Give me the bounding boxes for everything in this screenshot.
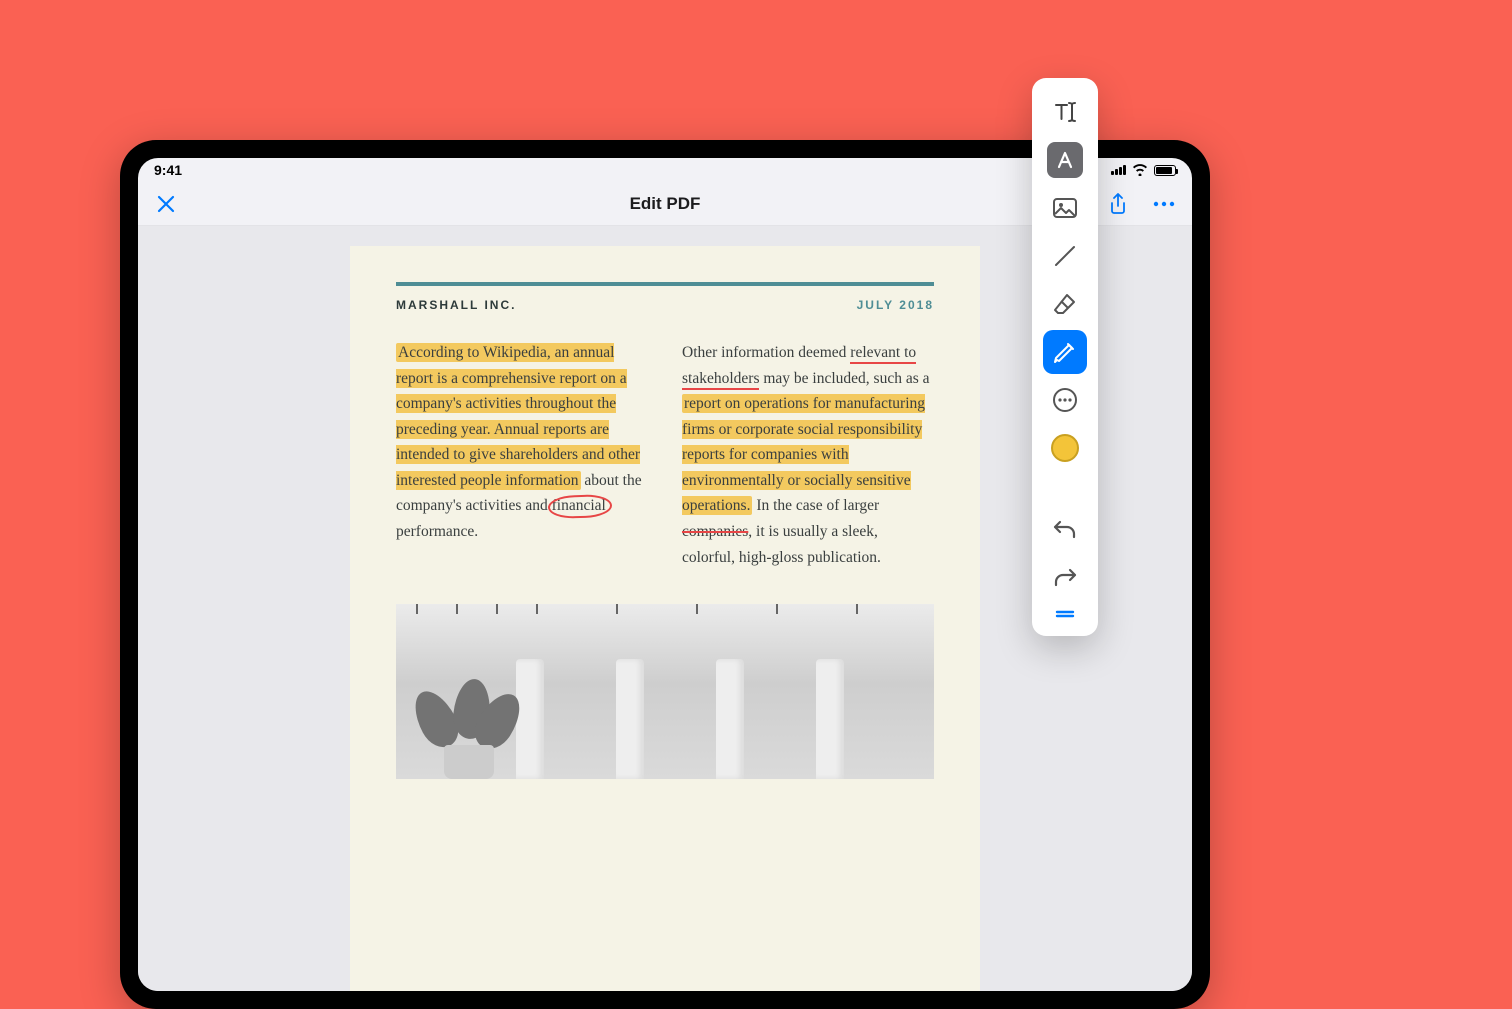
body-text: performance. <box>396 523 478 540</box>
toolbar-drag-handle[interactable] <box>1043 604 1087 624</box>
wifi-icon <box>1132 164 1148 176</box>
pdf-page[interactable]: MARSHALL INC. JULY 2018 According to Wik… <box>350 246 980 991</box>
grab-handle-icon <box>1055 609 1075 619</box>
redo-button[interactable] <box>1043 556 1087 600</box>
letter-a-icon <box>1055 150 1075 170</box>
close-icon <box>156 194 176 214</box>
status-time: 9:41 <box>154 162 182 178</box>
image-icon <box>1052 197 1078 219</box>
redo-icon <box>1052 566 1078 590</box>
text-box-tool-button[interactable] <box>1047 142 1083 178</box>
undo-icon <box>1052 518 1078 542</box>
status-right <box>1111 164 1176 176</box>
body-text: In the case of larger <box>752 497 879 514</box>
color-picker-button[interactable] <box>1043 426 1087 470</box>
annotate-tool-button[interactable] <box>1043 330 1087 374</box>
eraser-tool-button[interactable] <box>1043 282 1087 326</box>
page-rule <box>396 282 934 286</box>
share-button[interactable] <box>1104 190 1132 218</box>
close-button[interactable] <box>152 190 180 218</box>
strikethrough-annotation: companies <box>682 523 748 540</box>
document-photo <box>396 604 934 779</box>
edit-toolbar[interactable] <box>1032 78 1098 636</box>
image-tool-button[interactable] <box>1043 186 1087 230</box>
column-left: According to Wikipedia, an annual report… <box>396 340 648 570</box>
more-tools-button[interactable] <box>1043 378 1087 422</box>
page-title: Edit PDF <box>630 194 701 214</box>
color-swatch-icon <box>1051 434 1079 462</box>
body-text: Other information deemed <box>682 344 850 361</box>
more-button[interactable] <box>1150 190 1178 218</box>
marker-icon <box>1052 339 1078 365</box>
line-tool-button[interactable] <box>1043 234 1087 278</box>
ellipsis-icon <box>1152 201 1176 207</box>
text-tool-button[interactable] <box>1043 90 1087 134</box>
eraser-icon <box>1052 291 1078 317</box>
cellular-signal-icon <box>1111 165 1126 175</box>
body-text: may be included, such as a <box>759 370 929 387</box>
ellipsis-circle-icon <box>1051 386 1079 414</box>
doc-date: JULY 2018 <box>857 298 934 312</box>
undo-button[interactable] <box>1043 508 1087 552</box>
highlighted-text: According to Wikipedia, an annual report… <box>396 343 640 490</box>
text-cursor-icon <box>1052 99 1078 125</box>
line-icon <box>1052 243 1078 269</box>
column-right: Other information deemed relevant to sta… <box>682 340 934 570</box>
circled-annotation: financial <box>552 497 606 514</box>
share-icon <box>1108 193 1128 215</box>
doc-company: MARSHALL INC. <box>396 298 516 312</box>
battery-icon <box>1154 165 1176 176</box>
